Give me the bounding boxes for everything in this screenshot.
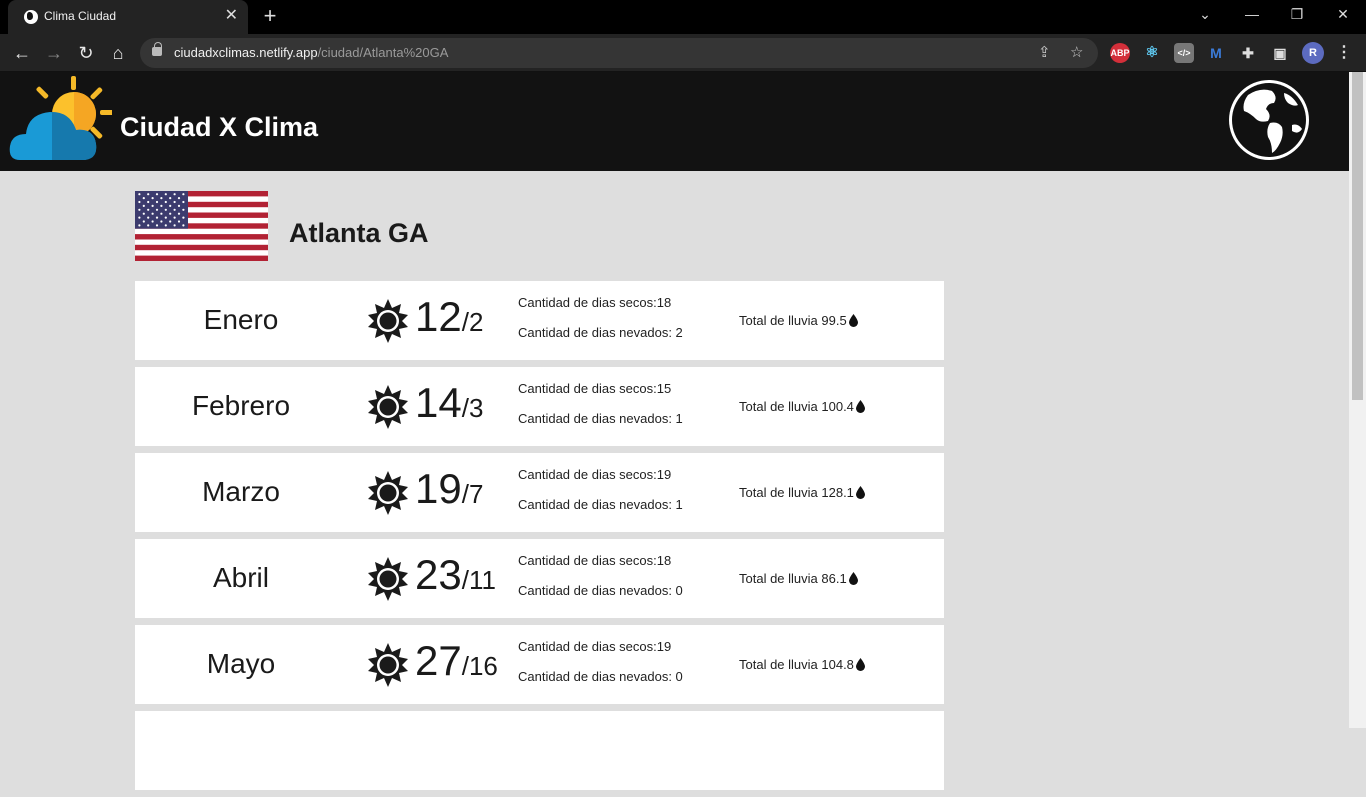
temperature: 23/11: [415, 551, 496, 598]
menu-kebab-icon[interactable]: ⋮: [1334, 43, 1354, 63]
dry-days: Cantidad de dias secos:18: [518, 295, 672, 310]
month-name: Mayo: [206, 648, 276, 679]
month-name: Febrero: [191, 390, 291, 421]
minimize-icon[interactable]: —: [1237, 6, 1267, 22]
page-scrollbar[interactable]: [1349, 72, 1366, 728]
close-window-icon[interactable]: ✕: [1328, 6, 1358, 23]
snow-days: Cantidad de dias nevados: 1: [518, 497, 683, 512]
rain-total: Total de lluvia 100.4: [739, 399, 865, 414]
month-card: Marzo 19/7 Cantidad de dias secos:19 Can…: [135, 453, 944, 532]
forward-icon[interactable]: →: [42, 41, 66, 65]
month-card: Mayo 27/16 Cantidad de dias secos:19 Can…: [135, 625, 944, 704]
rain-total: Total de lluvia 128.1: [739, 485, 865, 500]
sun-icon: [368, 299, 408, 343]
address-bar[interactable]: ciudadxclimas.netlify.app/ciudad/Atlanta…: [140, 38, 1098, 68]
snow-days: Cantidad de dias nevados: 0: [518, 583, 683, 598]
month-card-partial: [135, 711, 944, 790]
tab-title: Clima Ciudad: [44, 9, 117, 23]
temp-max: 19: [415, 465, 462, 512]
scrollbar-thumb[interactable]: [1352, 72, 1363, 400]
temp-min: 16: [468, 651, 498, 681]
dry-days: Cantidad de dias secos:18: [518, 553, 672, 568]
adblock-extension-icon[interactable]: ABP: [1110, 43, 1130, 63]
month-card: Enero 12/2 Cantidad de dias secos:18 Can…: [135, 281, 944, 360]
sun-icon: [368, 471, 408, 515]
raindrop-icon: [848, 314, 858, 327]
snow-days: Cantidad de dias nevados: 2: [518, 325, 683, 340]
month-name: Marzo: [202, 476, 280, 507]
site-title[interactable]: Ciudad X Clima: [120, 112, 318, 143]
temp-min: 7: [468, 479, 484, 509]
temperature: 27/16: [415, 637, 498, 684]
temp-max: 27: [415, 637, 462, 684]
temp-min: 3: [468, 393, 484, 423]
tab-search-icon[interactable]: ⌄: [1190, 6, 1220, 23]
city-name: Atlanta GA: [289, 218, 429, 248]
url-text[interactable]: ciudadxclimas.netlify.app/ciudad/Atlanta…: [174, 45, 448, 60]
home-icon[interactable]: ⌂: [106, 41, 130, 65]
raindrop-icon: [855, 400, 865, 413]
month-card: Febrero 14/3 Cantidad de dias secos:15 C…: [135, 367, 944, 446]
month-list: Enero 12/2 Cantidad de dias secos:18 Can…: [135, 281, 944, 797]
temp-min: 11: [468, 565, 496, 595]
raindrop-icon: [848, 572, 858, 585]
temp-max: 23: [415, 551, 462, 598]
new-tab-button[interactable]: +: [258, 4, 282, 28]
dry-days: Cantidad de dias secos:19: [518, 467, 672, 482]
rain-total: Total de lluvia 86.1: [739, 571, 858, 586]
us-flag-icon: [135, 191, 268, 261]
temp-max: 12: [415, 293, 462, 340]
browser-tab-strip: Clima Ciudad ✕ + ⌄ — ❐ ✕: [0, 0, 1366, 34]
temp-min: 2: [468, 307, 484, 337]
sun-icon: [368, 557, 408, 601]
month-name: Enero: [203, 304, 279, 335]
malwarebytes-icon[interactable]: M: [1206, 43, 1226, 63]
dry-days: Cantidad de dias secos:15: [518, 381, 672, 396]
raindrop-icon: [855, 658, 865, 671]
sun-icon: [368, 643, 408, 687]
extensions-puzzle-icon[interactable]: ✚: [1238, 43, 1258, 63]
profile-avatar[interactable]: R: [1302, 42, 1324, 64]
close-tab-icon[interactable]: ✕: [225, 7, 238, 25]
browser-toolbar: ← → ↻ ⌂ ciudadxclimas.netlify.app/ciudad…: [0, 34, 1366, 72]
code-extension-icon[interactable]: </>: [1174, 43, 1194, 63]
cloud-sun-logo-icon: [9, 76, 112, 160]
month-card: Abril 23/11 Cantidad de dias secos:18 Ca…: [135, 539, 944, 618]
temperature: 19/7: [415, 465, 484, 512]
rain-total: Total de lluvia 99.5: [739, 313, 858, 328]
temperature: 14/3: [415, 379, 484, 426]
dry-days: Cantidad de dias secos:19: [518, 639, 672, 654]
globe-icon[interactable]: [1228, 79, 1310, 161]
react-devtools-icon[interactable]: ⚛: [1142, 43, 1162, 63]
restore-icon[interactable]: ❐: [1282, 6, 1312, 23]
bookmark-star-icon[interactable]: ☆: [1070, 43, 1083, 61]
snow-days: Cantidad de dias nevados: 1: [518, 411, 683, 426]
raindrop-icon: [855, 486, 865, 499]
lock-icon: [152, 42, 162, 56]
share-icon[interactable]: ⇪: [1038, 43, 1051, 61]
temp-max: 14: [415, 379, 462, 426]
reload-icon[interactable]: ↻: [74, 41, 98, 65]
back-icon[interactable]: ←: [10, 41, 34, 65]
snow-days: Cantidad de dias nevados: 0: [518, 669, 683, 684]
rain-total: Total de lluvia 104.8: [739, 657, 865, 672]
sun-icon: [368, 385, 408, 429]
temperature: 12/2: [415, 293, 484, 340]
month-name: Abril: [212, 562, 269, 593]
site-header: Ciudad X Clima: [0, 72, 1349, 171]
browser-tab[interactable]: Clima Ciudad ✕: [8, 0, 248, 34]
side-panel-icon[interactable]: ▣: [1270, 43, 1290, 63]
globe-favicon-icon: [24, 10, 38, 24]
